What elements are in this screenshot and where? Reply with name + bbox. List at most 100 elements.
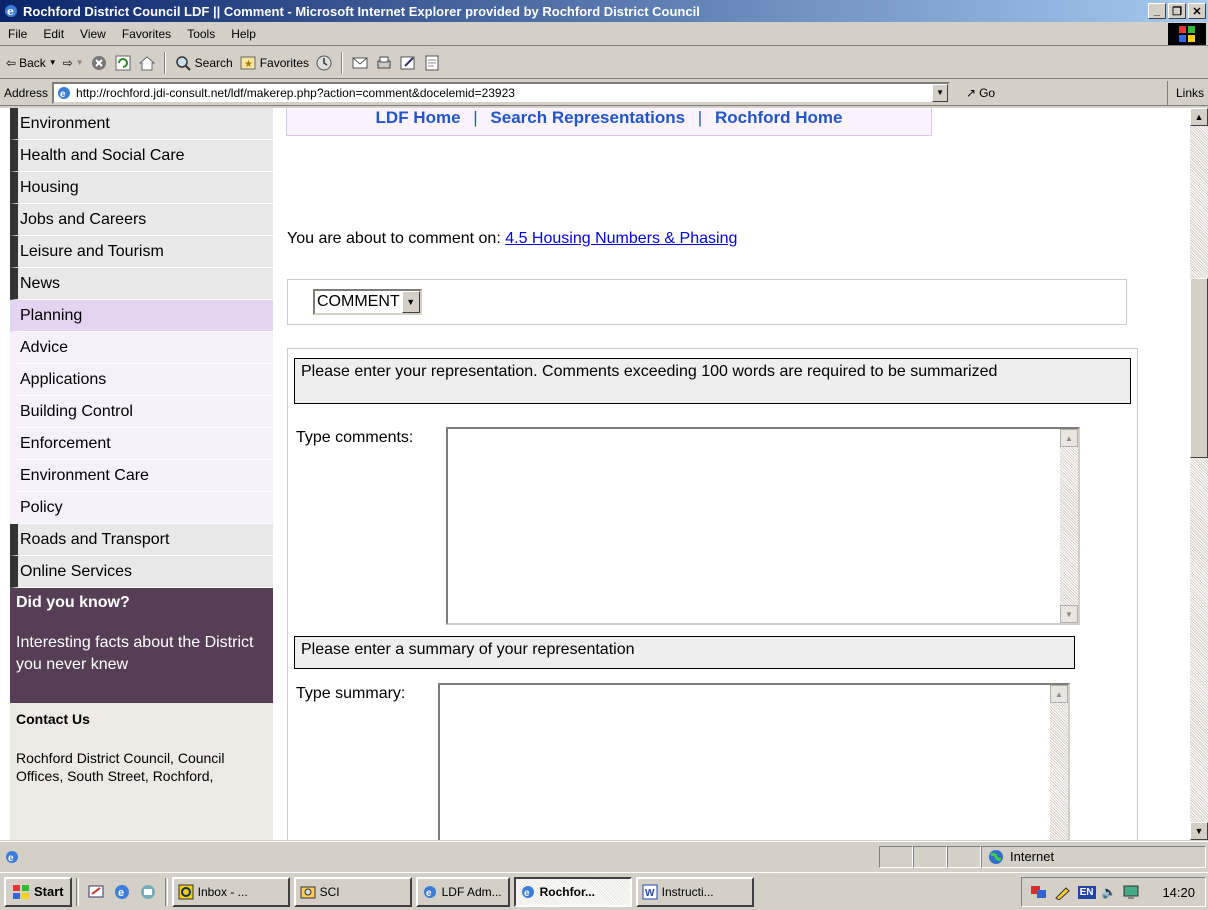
minimize-button[interactable]: _ xyxy=(1148,3,1166,19)
sidebar-item-health-and-social-care[interactable]: Health and Social Care xyxy=(10,140,273,172)
summary-label: Type summary: xyxy=(296,685,406,702)
language-indicator[interactable]: EN xyxy=(1077,885,1096,899)
menu-favorites[interactable]: Favorites xyxy=(114,27,179,41)
word-document-icon: W xyxy=(642,884,658,899)
print-icon[interactable] xyxy=(375,54,393,72)
svg-text:e: e xyxy=(8,853,14,864)
sidebar-item-building-control[interactable]: Building Control xyxy=(10,396,273,428)
ie-logo-icon: e xyxy=(5,5,17,18)
scrollbar-thumb[interactable] xyxy=(1190,278,1208,458)
stop-icon[interactable] xyxy=(90,54,108,72)
sidebar-item-jobs-and-careers[interactable]: Jobs and Careers xyxy=(10,204,273,236)
scroll-down-icon[interactable]: ▼ xyxy=(1190,822,1208,840)
chevron-down-icon: ▼ xyxy=(75,58,84,67)
sidebar-item-policy[interactable]: Policy xyxy=(10,492,273,524)
rochford-home-link[interactable]: Rochford Home xyxy=(715,108,843,127)
comments-scrollbar[interactable]: ▲ ▼ xyxy=(1060,429,1078,623)
task-sci[interactable]: SCI xyxy=(293,876,412,907)
discuss-icon[interactable] xyxy=(423,54,441,72)
did-you-know-box: Did you know? Interesting facts about th… xyxy=(10,588,273,703)
task-label: LDF Adm... xyxy=(441,884,502,899)
monitor-icon[interactable] xyxy=(1122,884,1140,900)
sidebar-item-applications[interactable]: Applications xyxy=(10,364,273,396)
menu-file[interactable]: File xyxy=(0,27,35,41)
system-tray: EN 🔈 14:20 xyxy=(1020,877,1206,907)
summary-scrollbar[interactable]: ▲ xyxy=(1050,685,1068,840)
favorites-label: Favorites xyxy=(259,55,310,70)
internet-explorer-icon[interactable]: e xyxy=(113,883,131,901)
selected-type: COMMENT xyxy=(317,293,400,310)
scroll-up-icon[interactable]: ▲ xyxy=(1190,108,1208,126)
search-button[interactable]: Search xyxy=(174,54,233,72)
menu-tools[interactable]: Tools xyxy=(179,27,223,41)
nav-separator: | xyxy=(697,108,703,127)
sidebar-item-online-services[interactable]: Online Services xyxy=(10,556,273,588)
sidebar-item-leisure-and-tourism[interactable]: Leisure and Tourism xyxy=(10,236,273,268)
refresh-icon[interactable] xyxy=(114,54,132,72)
address-input[interactable]: e http://rochford.jdi-consult.net/ldf/ma… xyxy=(52,81,951,104)
menu-view[interactable]: View xyxy=(72,27,114,41)
sidebar-item-enforcement[interactable]: Enforcement xyxy=(10,428,273,460)
edit-icon[interactable] xyxy=(399,54,417,72)
forward-button[interactable]: ⇨ ▼ xyxy=(63,56,84,70)
sidebar-item-news[interactable]: News xyxy=(10,268,273,300)
scroll-down-icon[interactable]: ▼ xyxy=(1060,605,1078,623)
maximize-button[interactable]: ❐ xyxy=(1168,3,1186,19)
toolbar-separator xyxy=(341,51,344,74)
task-inbox[interactable]: Inbox - ... xyxy=(171,876,290,907)
sidebar-item-planning[interactable]: Planning xyxy=(10,300,273,332)
ldf-home-link[interactable]: LDF Home xyxy=(376,108,461,127)
menu-help[interactable]: Help xyxy=(223,27,264,41)
favorites-icon: ★ xyxy=(240,56,256,70)
back-button[interactable]: ⇦ Back ▼ xyxy=(6,56,57,70)
show-desktop-icon[interactable] xyxy=(87,883,105,901)
task-ldf-admin[interactable]: e LDF Adm... xyxy=(415,876,510,907)
chevron-down-icon[interactable]: ▼ xyxy=(401,291,420,313)
sidebar-item-roads-and-transport[interactable]: Roads and Transport xyxy=(10,524,273,556)
page-viewport: Environment Health and Social Care Housing… xyxy=(0,108,1190,840)
did-you-know-text[interactable]: Interesting facts about the District you… xyxy=(16,632,267,676)
scroll-up-icon[interactable]: ▲ xyxy=(1060,429,1078,447)
back-arrow-icon: ⇦ xyxy=(6,55,17,70)
summary-instruction: Please enter a summary of your represent… xyxy=(294,636,1075,669)
taskbar: Start e Inbox - ... SCI e LDF Adm... e R… xyxy=(0,872,1208,910)
outlook-icon xyxy=(178,884,194,899)
sidebar-item-environment[interactable]: Environment xyxy=(10,108,273,140)
scroll-up-icon[interactable]: ▲ xyxy=(1050,685,1068,703)
sidebar-item-environment-care[interactable]: Environment Care xyxy=(10,460,273,492)
close-button[interactable]: ✕ xyxy=(1188,3,1206,19)
page-status-icon: e xyxy=(6,850,18,864)
window-title: Rochford District Council LDF || Comment… xyxy=(23,3,700,19)
mail-icon[interactable] xyxy=(351,54,369,72)
go-button[interactable]: ↗ Go xyxy=(966,86,995,100)
comments-label: Type comments: xyxy=(296,429,414,446)
menu-edit[interactable]: Edit xyxy=(35,27,72,41)
forward-arrow-icon: ⇨ xyxy=(62,55,73,70)
sidebar-item-housing[interactable]: Housing xyxy=(10,172,273,204)
svg-text:e: e xyxy=(60,89,66,100)
representation-type-select[interactable]: COMMENT ▼ xyxy=(313,289,422,315)
top-navigation: LDF Home | Search Representations | Roch… xyxy=(286,108,932,136)
comments-textarea[interactable]: ▲ ▼ xyxy=(446,427,1080,625)
summary-textarea[interactable]: ▲ xyxy=(438,683,1070,840)
task-rochford[interactable]: e Rochfor... xyxy=(513,876,632,907)
home-icon[interactable] xyxy=(138,54,156,72)
favorites-button[interactable]: ★ Favorites xyxy=(239,54,309,72)
status-text xyxy=(24,846,879,868)
sidebar-item-advice[interactable]: Advice xyxy=(10,332,273,364)
page-scrollbar[interactable]: ▲ ▼ xyxy=(1190,108,1208,840)
nav-separator: | xyxy=(473,108,478,127)
outlook-express-icon[interactable] xyxy=(139,883,157,901)
address-dropdown-button[interactable]: ▼ xyxy=(932,83,949,102)
quick-launch: e xyxy=(83,883,161,901)
document-element-link[interactable]: 4.5 Housing Numbers & Phasing xyxy=(505,230,737,247)
search-representations-link[interactable]: Search Representations xyxy=(490,108,685,127)
network-icon[interactable] xyxy=(1030,884,1048,900)
volume-icon[interactable]: 🔈 xyxy=(1102,885,1117,899)
task-label: Inbox - ... xyxy=(197,884,248,899)
start-button[interactable]: Start xyxy=(4,876,72,907)
task-instructions[interactable]: W Instructi... xyxy=(635,876,754,907)
history-icon[interactable] xyxy=(315,54,333,72)
links-button[interactable]: Links xyxy=(1166,80,1204,105)
pencil-icon[interactable] xyxy=(1054,884,1072,900)
